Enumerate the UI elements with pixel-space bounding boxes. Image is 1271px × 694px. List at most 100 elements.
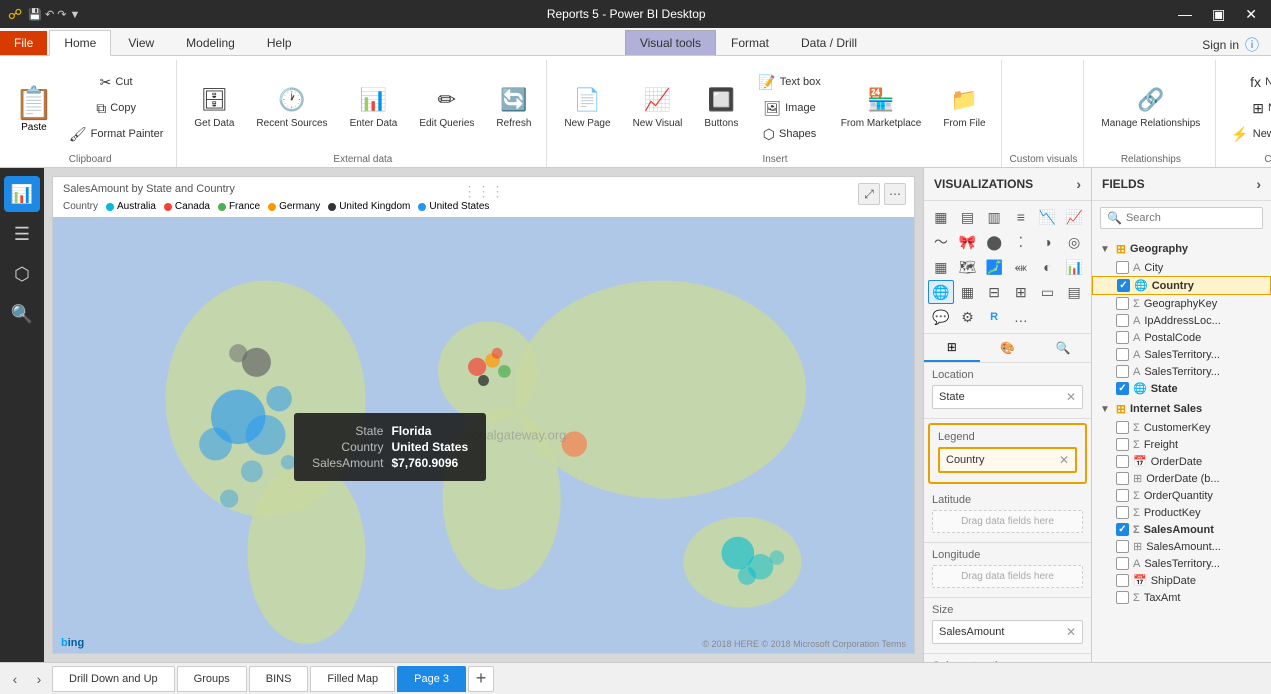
field-orderdate-b[interactable]: ⊞ OrderDate (b... [1092,470,1271,487]
productkey-checkbox[interactable] [1116,506,1129,519]
viz-legend-remove-btn[interactable]: ✕ [1059,453,1069,467]
field-freight[interactable]: Σ Freight [1092,436,1271,453]
tab-help[interactable]: Help [252,30,307,55]
field-salesterritory-is[interactable]: A SalesTerritory... [1092,555,1271,572]
tab-format[interactable]: Format [716,30,784,55]
viz-fields-tab[interactable]: ⊞ [924,334,980,362]
viz-analytics-tab[interactable]: 🔍 [1035,334,1091,362]
tab-file[interactable]: File [0,31,47,55]
field-geographykey[interactable]: Σ GeographyKey [1092,295,1271,312]
orderdate-checkbox[interactable] [1116,455,1129,468]
viz-bar-chart[interactable]: ▦ [928,205,954,229]
state-checkbox[interactable]: ✓ [1116,382,1129,395]
tab-nav-left[interactable]: ‹ [4,666,26,692]
field-city[interactable]: A City [1092,259,1271,276]
sidebar-btn-data[interactable]: ☰ [4,216,40,252]
viz-treemap[interactable]: ▦ [928,255,954,279]
from-marketplace-button[interactable]: 🏪 From Marketplace [832,79,931,137]
viz-scatter[interactable]: ⁚ [1008,230,1034,254]
viz-format-tab[interactable]: 🎨 [980,334,1036,362]
fields-search-input[interactable] [1126,212,1268,224]
field-salesterritory1[interactable]: A SalesTerritory... [1092,346,1271,363]
viz-location-field[interactable]: State ✕ [932,385,1083,409]
viz-card[interactable]: ▭ [1035,280,1061,304]
new-page-button[interactable]: 📄 New Page [555,79,619,137]
field-state[interactable]: ✓ 🌐 State [1092,380,1271,397]
viz-legend-field[interactable]: Country ✕ [938,447,1077,473]
map-visual[interactable]: ©tutorialgateway.org State Florida Count… [53,217,914,653]
shapes-button[interactable]: ⬡ Shapes [751,122,827,146]
sidebar-btn-analytics[interactable]: 🔍 [4,296,40,332]
tab-drill-down[interactable]: Drill Down and Up [52,666,175,692]
viz-latitude-placeholder[interactable]: Drag data fields here [932,510,1083,533]
tab-home[interactable]: Home [49,30,111,56]
country-checkbox[interactable]: ✓ [1117,279,1130,292]
viz-size-remove-btn[interactable]: ✕ [1066,625,1076,639]
tab-page3[interactable]: Page 3 [397,666,466,692]
salesterritory-is-checkbox[interactable] [1116,557,1129,570]
tab-bins[interactable]: BINS [249,666,309,692]
edit-queries-button[interactable]: ✏ Edit Queries [410,79,483,137]
viz-line-col[interactable]: 〜 [928,230,954,254]
viz-column-chart[interactable]: ▤ [955,205,981,229]
ipaddress-checkbox[interactable] [1116,314,1129,327]
viz-ribbon[interactable]: 🎀 [955,230,981,254]
cut-button[interactable]: ✂ Cut [62,70,171,94]
tab-view[interactable]: View [113,30,169,55]
new-quick-measure-button[interactable]: ⚡ New Quick Measure [1224,122,1271,146]
viz-waterfall[interactable]: ⬤ [981,230,1007,254]
minimize-btn[interactable]: ― [1172,4,1198,25]
manage-relationships-button[interactable]: 🔗 Manage Relationships [1092,79,1209,137]
field-country[interactable]: ✓ 🌐 Country [1092,276,1271,295]
more-btn[interactable]: ⋯ [884,183,906,205]
viz-longitude-placeholder[interactable]: Drag data fields here [932,565,1083,588]
orderquantity-checkbox[interactable] [1116,489,1129,502]
viz-location-remove-btn[interactable]: ✕ [1066,390,1076,404]
salesamount-b-checkbox[interactable] [1116,540,1129,553]
viz-slicer[interactable]: ⊟ [981,280,1007,304]
geographykey-checkbox[interactable] [1116,297,1129,310]
format-painter-button[interactable]: 🖌 Format Painter [62,122,171,146]
text-box-button[interactable]: 📝 Text box [751,70,827,94]
viz-kpi[interactable]: 📊 [1061,255,1087,279]
refresh-button[interactable]: 🔄 Refresh [487,79,540,137]
from-file-button[interactable]: 📁 From File [934,79,994,137]
viz-panel-expand-icon[interactable]: › [1076,176,1081,192]
tab-modeling[interactable]: Modeling [171,30,250,55]
viz-filled-map[interactable]: 🗾 [981,255,1007,279]
viz-line-chart[interactable]: 📉 [1035,205,1061,229]
viz-matrix[interactable]: ▦ [955,280,981,304]
field-ipaddress[interactable]: A IpAddressLoc... [1092,312,1271,329]
get-data-button[interactable]: 🗄 Get Data [185,79,243,137]
field-salesamount-b[interactable]: ⊞ SalesAmount... [1092,538,1271,555]
viz-multirow-card[interactable]: ▤ [1061,280,1087,304]
field-orderdate[interactable]: 📅 OrderDate [1092,453,1271,470]
buttons-button[interactable]: 🔲 Buttons [695,79,747,137]
viz-r-script[interactable]: R [981,305,1007,329]
viz-table[interactable]: ⊞ [1008,280,1034,304]
salesterritory1-checkbox[interactable] [1116,348,1129,361]
field-orderquantity[interactable]: Σ OrderQuantity [1092,487,1271,504]
new-visual-button[interactable]: 📈 New Visual [624,79,692,137]
viz-area-chart[interactable]: 📈 [1061,205,1087,229]
viz-more[interactable]: … [1008,305,1034,329]
viz-map[interactable]: 🗺 [955,255,981,279]
field-customerkey[interactable]: Σ CustomerKey [1092,419,1271,436]
viz-donut[interactable]: ◎ [1061,230,1087,254]
salesamount-checkbox[interactable]: ✓ [1116,523,1129,536]
shipdate-checkbox[interactable] [1116,574,1129,587]
city-checkbox[interactable] [1116,261,1129,274]
viz-qna[interactable]: 💬 [928,305,954,329]
tab-add-btn[interactable]: + [468,666,494,692]
fields-group-geography-header[interactable]: ▼ ⊞ Geography [1092,239,1271,259]
maximize-btn[interactable]: ▣ [1206,4,1231,25]
viz-stacked-bar[interactable]: ▥ [981,205,1007,229]
new-column-button[interactable]: ⊞ New Column [1224,96,1271,120]
sign-in-area[interactable]: Sign in ⓘ [1190,35,1271,55]
expand-btn[interactable]: ⤢ [858,183,880,205]
viz-funnel[interactable]: ⬽ [1008,255,1034,279]
recent-sources-button[interactable]: 🕐 Recent Sources [247,79,336,137]
fields-group-internetsales-header[interactable]: ▼ ⊞ Internet Sales [1092,399,1271,419]
customerkey-checkbox[interactable] [1116,421,1129,434]
field-shipdate[interactable]: 📅 ShipDate [1092,572,1271,589]
